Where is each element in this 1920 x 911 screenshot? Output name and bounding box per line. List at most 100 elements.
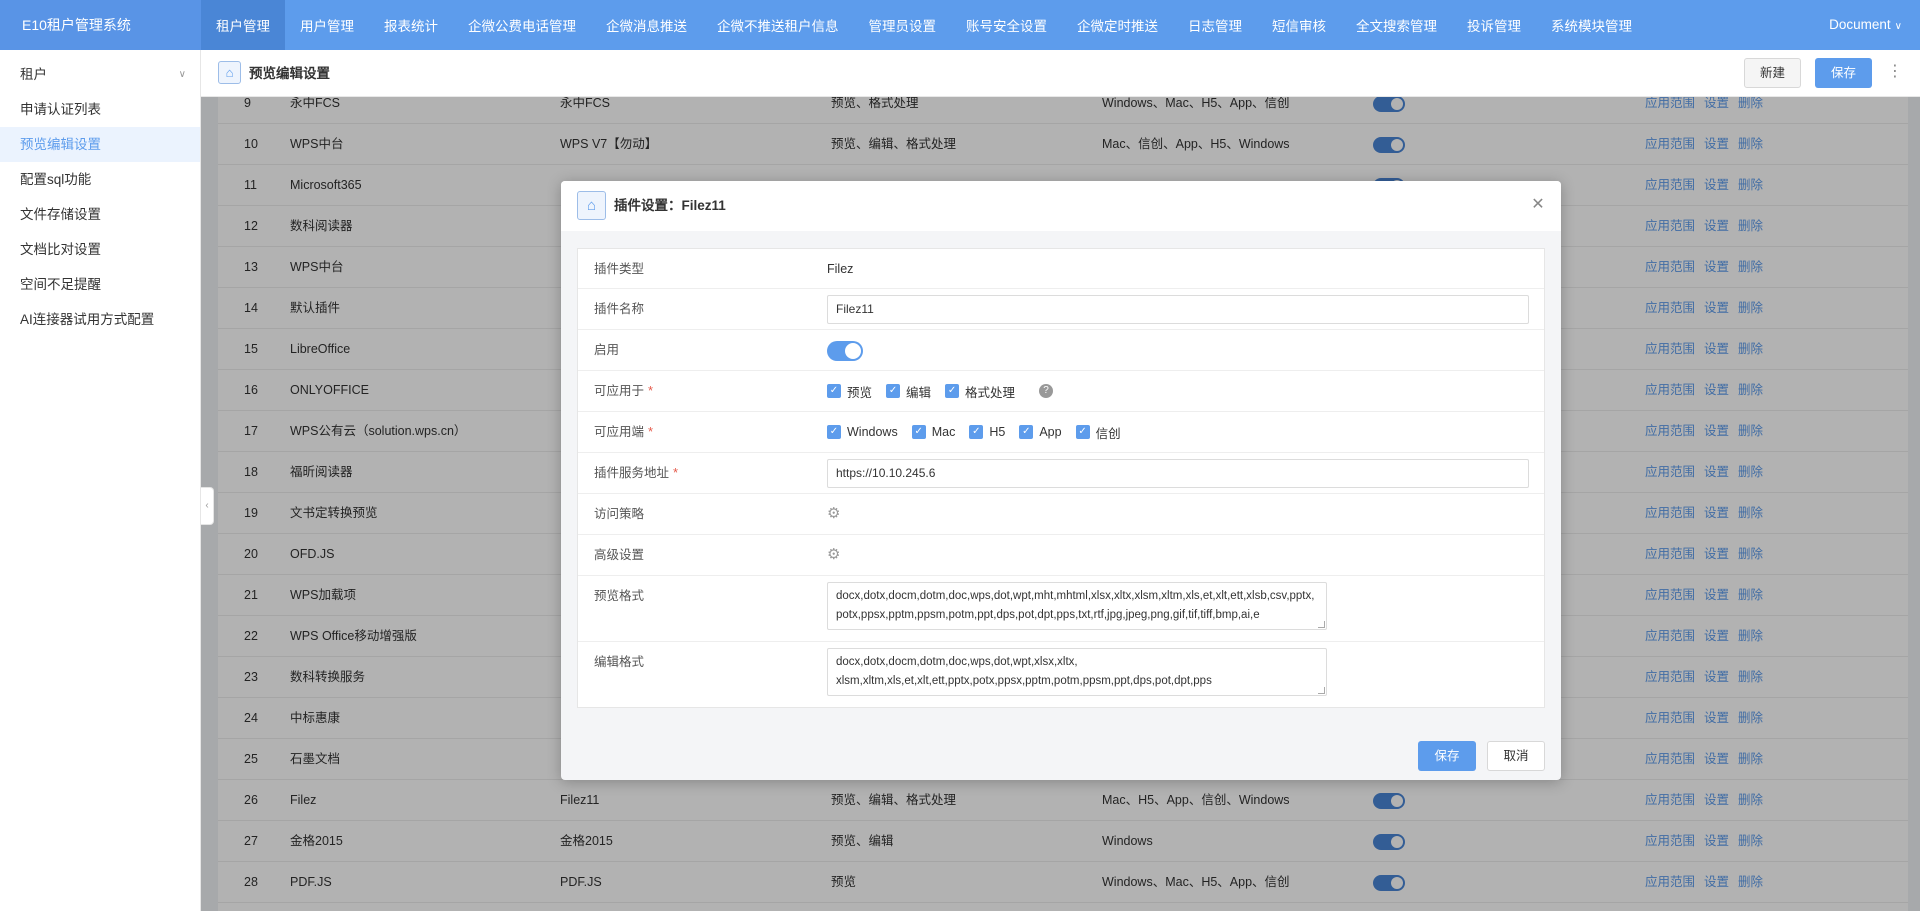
nav-item-search[interactable]: 全文搜索管理 bbox=[1341, 0, 1452, 50]
nav-item-admin[interactable]: 管理员设置 bbox=[854, 0, 952, 50]
enabled-toggle[interactable] bbox=[827, 341, 863, 361]
content-header: ⌂ 预览编辑设置 新建 保存 ⋮ bbox=[201, 50, 1920, 97]
nav-item-schedule[interactable]: 企微定时推送 bbox=[1062, 0, 1173, 50]
checkbox-windows[interactable]: ✓ Windows bbox=[827, 425, 898, 439]
sidebar-item-sql[interactable]: 配置sql功能 bbox=[0, 162, 200, 197]
nav-item-tenant[interactable]: 租户管理 bbox=[201, 0, 285, 50]
apply-to-checkboxes: ✓ 预览 ✓ 编辑 ✓ 格式处理 ? bbox=[827, 371, 1054, 411]
checkbox-checked-icon: ✓ bbox=[827, 425, 841, 439]
save-button[interactable]: 保存 bbox=[1815, 58, 1872, 88]
resize-handle-icon[interactable] bbox=[1318, 687, 1325, 694]
more-vertical-icon[interactable]: ⋮ bbox=[1885, 60, 1905, 86]
nav-item-log[interactable]: 日志管理 bbox=[1173, 0, 1257, 50]
dialog-cancel-button[interactable]: 取消 bbox=[1487, 741, 1545, 771]
nav-item-security[interactable]: 账号安全设置 bbox=[951, 0, 1062, 50]
checkbox-app[interactable]: ✓ App bbox=[1019, 425, 1062, 439]
checkbox-label: Mac bbox=[931, 425, 956, 439]
checkbox-checked-icon: ✓ bbox=[886, 384, 901, 398]
service-url-input[interactable]: https://10.10.245.6 bbox=[827, 459, 1529, 488]
field-label: 访问策略 bbox=[594, 507, 645, 521]
checkbox-mac[interactable]: ✓ Mac bbox=[911, 425, 956, 439]
user-menu[interactable]: Document ∨ bbox=[1829, 0, 1902, 50]
user-menu-label: Document bbox=[1829, 17, 1891, 32]
field-plugin-type: 插件类型 Filez bbox=[578, 249, 1544, 289]
field-label-text: 可应用于 bbox=[594, 384, 645, 398]
edit-formats-value: docx,dotx,docm,dotm,doc,wps,dot,wpt,xlsx… bbox=[836, 656, 1212, 687]
checkbox-label: H5 bbox=[989, 425, 1006, 439]
field-preview-formats: 预览格式 docx,dotx,docm,dotm,doc,wps,dot,wpt… bbox=[578, 576, 1544, 642]
checkbox-edit[interactable]: ✓ 编辑 bbox=[886, 382, 931, 401]
dialog-title: 插件设置：Filez11 bbox=[614, 198, 726, 213]
checkbox-checked-icon: ✓ bbox=[969, 425, 984, 439]
field-access-policy: 访问策略 ⚙ bbox=[578, 494, 1544, 535]
checkbox-label: 编辑 bbox=[906, 385, 932, 400]
field-edit-formats: 编辑格式 docx,dotx,docm,dotm,doc,wps,dot,wpt… bbox=[578, 642, 1544, 707]
nav-item-push[interactable]: 企微消息推送 bbox=[591, 0, 702, 50]
checkbox-checked-icon: ✓ bbox=[1075, 425, 1090, 439]
nav-item-user[interactable]: 用户管理 bbox=[285, 0, 369, 50]
collapse-sidebar-icon[interactable]: ‹ bbox=[201, 487, 214, 525]
resize-handle-icon[interactable] bbox=[1318, 621, 1325, 628]
preview-formats-textarea[interactable]: docx,dotx,docm,dotm,doc,wps,dot,wpt,mht,… bbox=[827, 582, 1327, 630]
nav-item-phone[interactable]: 企微公费电话管理 bbox=[453, 0, 591, 50]
edit-formats-textarea[interactable]: docx,dotx,docm,dotm,doc,wps,dot,wpt,xlsx… bbox=[827, 648, 1327, 696]
chevron-down-icon: ∨ bbox=[1894, 21, 1902, 32]
plugin-name-input[interactable]: Filez11 bbox=[827, 295, 1529, 324]
checkbox-label: 预览 bbox=[847, 385, 873, 400]
sidebar-item-tenant[interactable]: 租户 ∨ bbox=[0, 57, 200, 92]
nav-item-complaint[interactable]: 投诉管理 bbox=[1452, 0, 1536, 50]
sidebar-item-preview-edit[interactable]: 预览编辑设置 bbox=[0, 127, 200, 162]
field-label: 可应用端 * bbox=[594, 412, 653, 452]
chevron-down-icon: ∨ bbox=[178, 69, 186, 80]
nav-item-no-push[interactable]: 企微不推送租户信息 bbox=[702, 0, 854, 50]
gear-icon[interactable]: ⚙ bbox=[827, 547, 843, 563]
close-icon[interactable]: ✕ bbox=[1529, 196, 1547, 214]
nav-item-report[interactable]: 报表统计 bbox=[369, 0, 453, 50]
home-icon: ⌂ bbox=[577, 191, 606, 220]
field-apply-to: 可应用于 * ✓ 预览 ✓ 编辑 ✓ 格式处理 ? bbox=[578, 371, 1544, 412]
field-label: 高级设置 bbox=[594, 548, 645, 562]
nav-item-sms[interactable]: 短信审核 bbox=[1257, 0, 1341, 50]
gear-icon[interactable]: ⚙ bbox=[827, 506, 843, 522]
field-platforms: 可应用端 * ✓ Windows ✓ Mac ✓ H5 ✓ App ✓ 信创 bbox=[578, 412, 1544, 453]
field-label: 插件名称 bbox=[594, 302, 645, 316]
required-mark: * bbox=[648, 383, 654, 398]
sidebar-item-storage[interactable]: 文件存储设置 bbox=[0, 197, 200, 232]
field-label: 启用 bbox=[594, 343, 620, 357]
home-icon: ⌂ bbox=[218, 61, 241, 84]
plugin-settings-dialog: ⌂ 插件设置：Filez11 ✕ 插件类型 Filez 插件名称 Filez11… bbox=[561, 181, 1561, 780]
checkbox-checked-icon: ✓ bbox=[945, 384, 960, 398]
field-label: 编辑格式 bbox=[594, 655, 645, 669]
checkbox-checked-icon: ✓ bbox=[911, 425, 926, 439]
sidebar: 租户 ∨ 申请认证列表 预览编辑设置 配置sql功能 文件存储设置 文档比对设置 … bbox=[0, 50, 201, 911]
sidebar-item-compare[interactable]: 文档比对设置 bbox=[0, 232, 200, 267]
plugin-settings-form: 插件类型 Filez 插件名称 Filez11 启用 可应用于 * ✓ 预览 ✓ 编辑… bbox=[577, 248, 1545, 708]
required-mark: * bbox=[648, 424, 654, 439]
new-button[interactable]: 新建 bbox=[1744, 58, 1801, 88]
checkbox-checked-icon: ✓ bbox=[1019, 425, 1034, 439]
checkbox-preview[interactable]: ✓ 预览 bbox=[827, 382, 872, 401]
field-label: 插件服务地址 * bbox=[594, 453, 678, 493]
field-enabled: 启用 bbox=[578, 330, 1544, 371]
checkbox-xinchuang[interactable]: ✓ 信创 bbox=[1075, 423, 1121, 442]
field-plugin-name: 插件名称 Filez11 bbox=[578, 289, 1544, 330]
preview-formats-value: docx,dotx,docm,dotm,doc,wps,dot,wpt,mht,… bbox=[836, 590, 1315, 621]
checkbox-label: Windows bbox=[847, 425, 898, 439]
sidebar-item-ai[interactable]: AI连接器试用方式配置 bbox=[0, 302, 200, 337]
checkbox-label: 信创 bbox=[1095, 426, 1121, 441]
sidebar-item-space[interactable]: 空间不足提醒 bbox=[0, 267, 200, 302]
checkbox-checked-icon: ✓ bbox=[827, 384, 841, 398]
dialog-save-button[interactable]: 保存 bbox=[1418, 741, 1476, 771]
help-icon[interactable]: ? bbox=[1039, 384, 1054, 398]
nav-menu: 租户管理 用户管理 报表统计 企微公费电话管理 企微消息推送 企微不推送租户信息… bbox=[201, 0, 1647, 50]
field-label-text: 插件服务地址 bbox=[594, 466, 670, 480]
required-mark: * bbox=[673, 465, 679, 480]
checkbox-h5[interactable]: ✓ H5 bbox=[969, 425, 1005, 439]
top-nav-bar: E10租户管理系统 租户管理 用户管理 报表统计 企微公费电话管理 企微消息推送… bbox=[0, 0, 1920, 50]
nav-item-module[interactable]: 系统模块管理 bbox=[1536, 0, 1647, 50]
sidebar-item-certification[interactable]: 申请认证列表 bbox=[0, 92, 200, 127]
app-title: E10租户管理系统 bbox=[0, 0, 201, 50]
field-label: 预览格式 bbox=[594, 589, 645, 603]
checkbox-format[interactable]: ✓ 格式处理 bbox=[945, 382, 1015, 401]
field-label-text: 可应用端 bbox=[594, 425, 645, 439]
